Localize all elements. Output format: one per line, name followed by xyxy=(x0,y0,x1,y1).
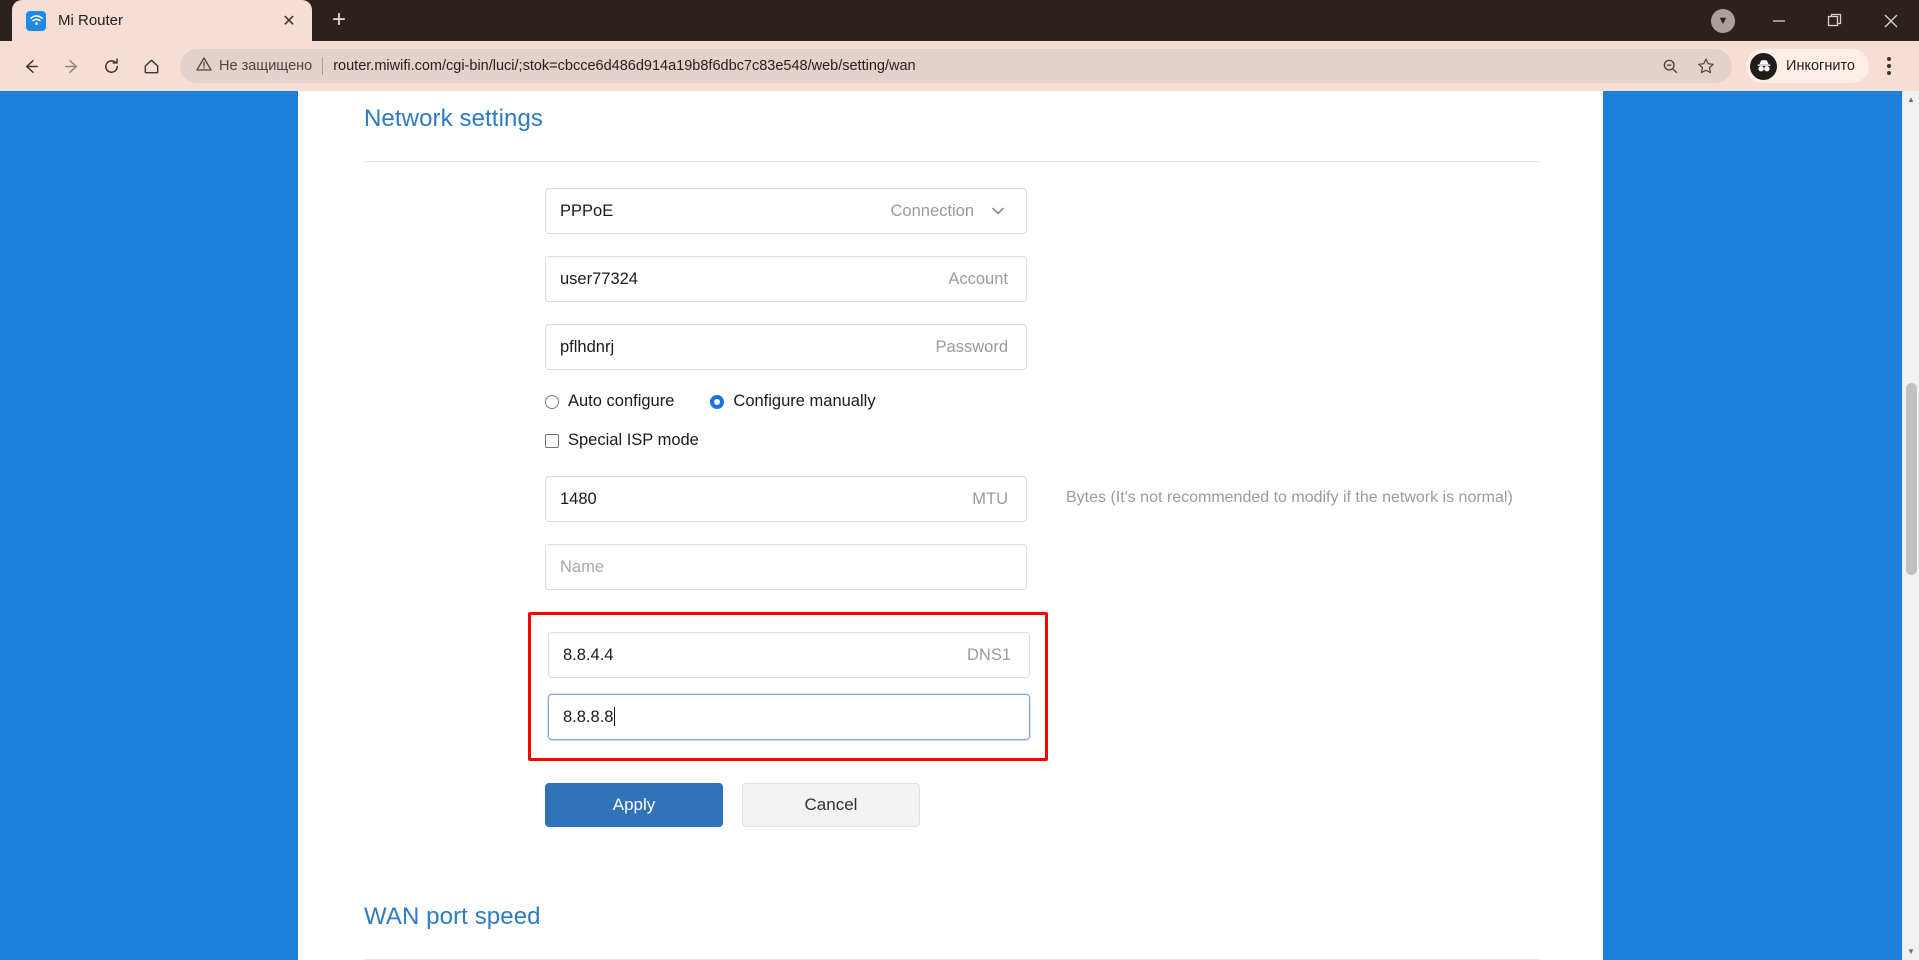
connection-type-select[interactable]: PPPoE Connection xyxy=(545,188,1027,234)
zoom-out-icon[interactable] xyxy=(1654,50,1686,82)
security-status-label: Не защищено xyxy=(219,58,313,74)
connection-type-value: PPPoE xyxy=(560,201,614,220)
tab-close-icon[interactable]: ✕ xyxy=(276,8,302,34)
star-icon[interactable] xyxy=(1690,50,1722,82)
browser-window: Mi Router ✕ + ▼ Не защищено router.miwif… xyxy=(0,0,1919,960)
radio-button-icon[interactable] xyxy=(545,394,559,409)
browser-titlebar: Mi Router ✕ + ▼ xyxy=(0,0,1919,41)
mtu-value: 1480 xyxy=(560,489,597,508)
back-icon[interactable] xyxy=(12,47,50,85)
scrollbar-thumb[interactable] xyxy=(1906,383,1917,575)
account-label: Account xyxy=(948,269,1008,288)
warning-triangle-icon xyxy=(196,56,212,76)
cancel-button[interactable]: Cancel xyxy=(742,783,920,827)
router-admin-page: Network settings PPPoE Connection user77… xyxy=(298,91,1603,960)
new-tab-button[interactable]: + xyxy=(322,3,356,37)
password-field[interactable]: pflhdnrj Password xyxy=(545,324,1027,370)
checkbox-icon[interactable] xyxy=(545,433,559,448)
form-actions: Apply Cancel xyxy=(545,783,1603,827)
network-settings-form: PPPoE Connection user77324 Account pflhd… xyxy=(364,162,1603,827)
dns1-field[interactable]: 8.8.4.4 DNS1 xyxy=(548,632,1030,678)
radio-button-selected-icon[interactable] xyxy=(710,394,725,409)
minimize-button[interactable] xyxy=(1751,0,1807,41)
kebab-menu-icon[interactable] xyxy=(1871,47,1907,85)
mtu-label: MTU xyxy=(972,489,1008,508)
special-isp-mode-checkbox[interactable]: Special ISP mode xyxy=(545,431,1603,450)
network-settings-section: Network settings PPPoE Connection user77… xyxy=(364,91,1603,827)
reload-icon[interactable] xyxy=(92,47,130,85)
scroll-up-arrow-icon[interactable]: ▲ xyxy=(1903,91,1919,108)
security-status[interactable]: Не защищено xyxy=(196,56,312,76)
page-scrollbar[interactable]: ▲ ▼ xyxy=(1902,91,1919,960)
service-name-placeholder: Name xyxy=(560,557,605,576)
profile-label: Инкогнито xyxy=(1786,58,1855,74)
service-name-field[interactable]: Name xyxy=(545,544,1027,590)
dns1-label: DNS1 xyxy=(966,645,1011,664)
page-content: Network settings PPPoE Connection user77… xyxy=(298,91,1603,960)
wan-port-speed-section: WAN port speed Auto (recommended) Speed xyxy=(364,889,1603,960)
scroll-down-arrow-icon[interactable]: ▼ xyxy=(1903,943,1919,960)
maximize-button[interactable] xyxy=(1807,0,1863,41)
radio-configure-manually-label: Configure manually xyxy=(733,392,876,410)
password-label: Password xyxy=(935,337,1008,356)
omnibox-divider xyxy=(322,57,324,75)
omnibox-actions xyxy=(1654,50,1722,82)
chevron-down-icon xyxy=(988,201,1008,221)
url-text[interactable]: router.miwifi.com/cgi-bin/luci/;stok=cbc… xyxy=(333,58,1654,74)
incognito-icon xyxy=(1750,52,1778,80)
window-controls: ▼ xyxy=(1695,0,1919,41)
configure-mode-radio-group: Auto configure Configure manually xyxy=(545,392,1603,411)
chevron-down-circle-icon: ▼ xyxy=(1711,8,1735,33)
page-viewport: Network settings PPPoE Connection user77… xyxy=(0,91,1919,960)
radio-configure-manually[interactable]: Configure manually xyxy=(710,392,876,411)
tab-title: Mi Router xyxy=(58,12,124,29)
wifi-icon xyxy=(26,10,46,31)
wan-port-speed-title: WAN port speed xyxy=(364,903,541,930)
close-window-button[interactable] xyxy=(1863,0,1919,41)
forward-icon[interactable] xyxy=(52,47,90,85)
address-bar[interactable]: Не защищено router.miwifi.com/cgi-bin/lu… xyxy=(180,49,1733,83)
mtu-field[interactable]: 1480 MTU Bytes (It's not recommended to … xyxy=(545,476,1513,522)
home-icon[interactable] xyxy=(132,47,170,85)
browser-toolbar: Не защищено router.miwifi.com/cgi-bin/lu… xyxy=(0,41,1919,91)
radio-auto-configure-label: Auto configure xyxy=(568,392,675,410)
dns2-value: 8.8.8.8 xyxy=(563,707,616,726)
text-cursor xyxy=(614,707,616,726)
page-title: Network settings xyxy=(364,105,543,132)
account-value: user77324 xyxy=(560,269,638,288)
mtu-hint-text: Bytes (It's not recommended to modify if… xyxy=(1066,489,1513,506)
account-field[interactable]: user77324 Account xyxy=(545,256,1027,302)
password-value: pflhdnrj xyxy=(560,337,615,356)
browser-tab-mi-router[interactable]: Mi Router ✕ xyxy=(12,0,312,41)
dns-highlight-box: 8.8.4.4 DNS1 8.8.8.8 xyxy=(528,612,1048,761)
apply-button[interactable]: Apply xyxy=(545,783,723,827)
dns1-value: 8.8.4.4 xyxy=(563,645,614,664)
restore-down-button[interactable]: ▼ xyxy=(1695,0,1751,41)
radio-auto-configure[interactable]: Auto configure xyxy=(545,392,674,411)
connection-type-label: Connection xyxy=(890,201,974,220)
dns2-field[interactable]: 8.8.8.8 xyxy=(548,694,1030,740)
special-isp-mode-label: Special ISP mode xyxy=(568,431,699,449)
profile-incognito-button[interactable]: Инкогнито xyxy=(1746,49,1869,83)
